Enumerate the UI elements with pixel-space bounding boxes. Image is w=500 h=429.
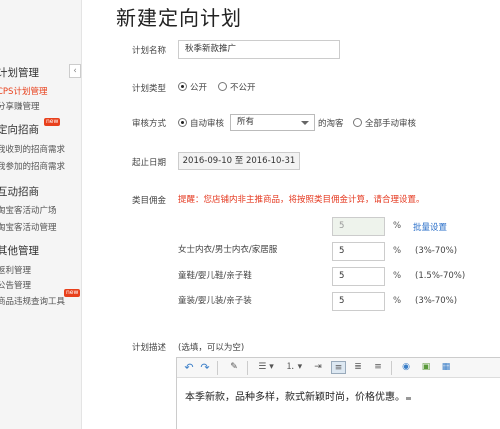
description-hint: (选填，可以为空) <box>178 343 245 353</box>
category-name: 女士内衣/男士内衣/家居服 <box>178 245 278 255</box>
review-auto-label: 自动审核 <box>190 119 225 129</box>
numbered-list-icon[interactable]: ⒈ ▾ <box>283 361 305 374</box>
align-center-icon[interactable]: ≣ <box>351 361 365 374</box>
bullet-list-icon[interactable]: ☰ ▾ <box>255 361 277 374</box>
review-auto-radio[interactable] <box>178 118 187 127</box>
plan-type-private-radio[interactable] <box>218 82 227 91</box>
review-suffix: 的淘客 <box>318 119 344 129</box>
category-range: (3%-70%) <box>415 296 458 306</box>
category-commission-input[interactable]: 5 <box>332 267 385 286</box>
category-name: 童鞋/婴儿鞋/亲子鞋 <box>178 271 252 281</box>
category-range: (3%-70%) <box>415 246 458 256</box>
align-right-icon[interactable]: ≡ <box>371 361 385 374</box>
percent-sign: % <box>393 296 402 306</box>
link-globe-icon[interactable]: ◉ <box>399 361 413 374</box>
format-brush-icon[interactable]: ✎ <box>227 361 241 374</box>
plan-type-private-label: 不公开 <box>230 83 256 93</box>
sidebar-item-activity-manage[interactable]: 淘宝客活动管理 <box>0 221 57 233</box>
new-badge: new <box>44 118 61 126</box>
redo-icon[interactable]: ↷ <box>199 361 211 374</box>
table-icon[interactable]: ▦ <box>439 361 453 374</box>
sidebar-item-activity-square[interactable]: 淘宝客活动广场 <box>0 204 57 216</box>
sidebar-section-targeted-recruit[interactable]: 定向招商 <box>0 122 39 137</box>
commission-label: 类目佣金 <box>132 196 167 206</box>
sidebar-item-notice[interactable]: 公告管理 <box>0 279 31 291</box>
sidebar-item-received-requests[interactable]: 我收到的招商需求 <box>0 143 65 155</box>
date-range-picker[interactable]: 2016-09-10 至 2016-10-31 <box>178 152 300 170</box>
plan-name-input[interactable]: 秋季新款推广 <box>178 40 340 59</box>
percent-sign: % <box>393 246 402 256</box>
description-text: 本季新款，品种多样，款式新颖时尚，价格优惠。 <box>185 392 405 403</box>
toolbar-divider <box>217 361 218 375</box>
review-manual-radio[interactable] <box>353 118 362 127</box>
text-cursor <box>406 397 411 400</box>
chevron-down-icon <box>301 121 309 125</box>
align-left-icon[interactable]: ≡ <box>331 361 346 374</box>
review-label: 审核方式 <box>132 119 167 129</box>
plan-type-public-label: 公开 <box>190 83 208 93</box>
plan-type-public-radio[interactable] <box>178 82 187 91</box>
new-badge: new <box>64 289 81 297</box>
review-scope-value: 所有 <box>237 117 255 127</box>
percent-sign: % <box>393 221 402 231</box>
plan-type-label: 计划类型 <box>132 84 167 94</box>
toolbar-divider <box>247 361 248 375</box>
indent-icon[interactable]: ⇥ <box>311 361 325 374</box>
editor-content[interactable]: 本季新款，品种多样，款式新颖时尚，价格优惠。 <box>185 388 411 403</box>
sidebar-item-violation-query[interactable]: 商品违规查询工具 <box>0 295 65 307</box>
rich-text-editor[interactable]: ↶ ↷ ✎ ☰ ▾ ⒈ ▾ ⇥ ≡ ≣ ≡ ◉ ▣ ▦ 本季新款，品种多样，款式… <box>176 357 500 429</box>
category-commission-input[interactable]: 5 <box>332 292 385 311</box>
sidebar-section-other[interactable]: 其他管理 <box>0 243 39 258</box>
sidebar: ‹ 计划管理 CPS计划管理 分享赚管理 定向招商 new 我收到的招商需求 我… <box>0 0 82 429</box>
sidebar-item-share-earn[interactable]: 分享赚管理 <box>0 100 40 112</box>
page-title: 新建定向计划 <box>116 6 242 30</box>
sidebar-section-plan-management[interactable]: 计划管理 <box>0 65 39 80</box>
sidebar-collapse-icon[interactable]: ‹ <box>69 64 81 78</box>
plan-name-label: 计划名称 <box>132 46 167 56</box>
batch-set-link[interactable]: 批量设置 <box>413 221 447 233</box>
image-icon[interactable]: ▣ <box>419 361 433 374</box>
category-range: (1.5%-70%) <box>415 271 466 281</box>
batch-commission-input[interactable]: 5 <box>332 217 385 236</box>
sidebar-item-cps-plan[interactable]: CPS计划管理 <box>0 85 47 97</box>
commission-warning: 提醒：您店铺内非主推商品，将按照类目佣金计算，请合理设置。 <box>178 195 425 205</box>
editor-toolbar: ↶ ↷ ✎ ☰ ▾ ⒈ ▾ ⇥ ≡ ≣ ≡ ◉ ▣ ▦ <box>177 358 500 378</box>
toolbar-divider <box>391 361 392 375</box>
category-commission-input[interactable]: 5 <box>332 242 385 261</box>
description-label: 计划描述 <box>132 343 167 353</box>
percent-sign: % <box>393 271 402 281</box>
sidebar-section-interactive-recruit[interactable]: 互动招商 <box>0 184 39 199</box>
sidebar-item-joined-requests[interactable]: 我参加的招商需求 <box>0 160 65 172</box>
review-manual-label: 全部手动审核 <box>365 119 417 129</box>
dates-label: 起止日期 <box>132 158 167 168</box>
category-name: 童装/婴儿装/亲子装 <box>178 296 252 306</box>
undo-icon[interactable]: ↶ <box>183 361 195 374</box>
review-scope-select[interactable]: 所有 <box>230 114 315 131</box>
sidebar-item-rebate[interactable]: 返利管理 <box>0 264 31 276</box>
